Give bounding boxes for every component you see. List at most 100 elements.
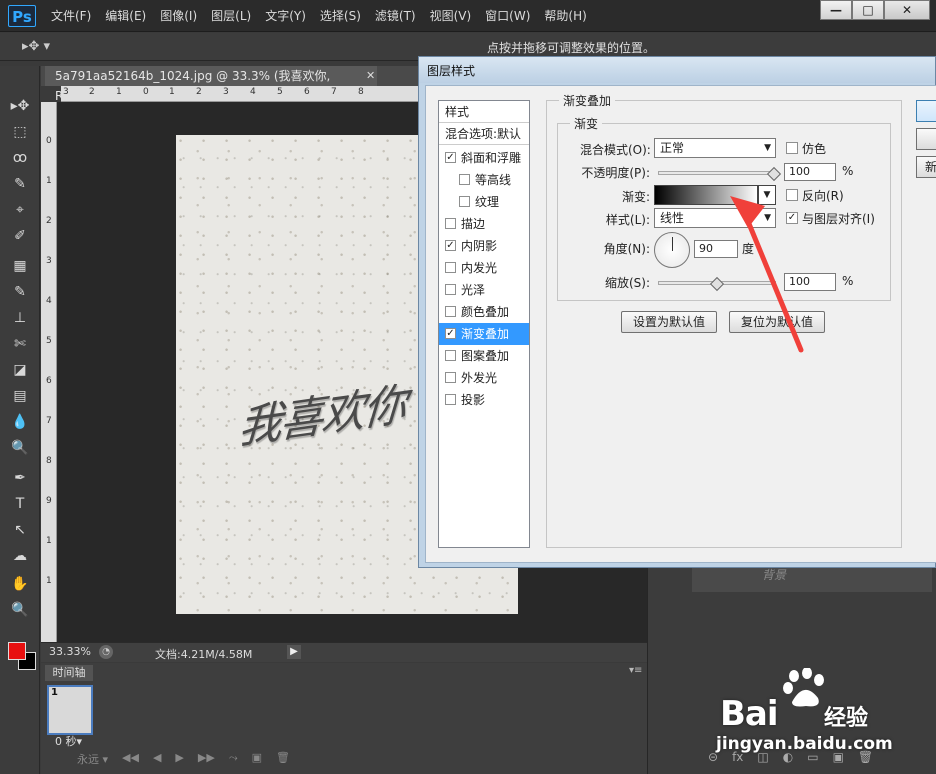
scale-slider-thumb[interactable] <box>709 276 725 292</box>
zoom-level[interactable]: 33.33% <box>49 645 91 658</box>
style-row-inner-glow[interactable]: 内发光 <box>439 257 529 279</box>
style-checkbox[interactable] <box>445 218 456 229</box>
blur-tool-icon[interactable]: 💧 <box>9 412 31 432</box>
opacity-input[interactable]: 100 <box>784 163 836 181</box>
next-frame-icon[interactable]: ▶▶ <box>198 751 215 769</box>
menu-filter[interactable]: 滤镜(T) <box>368 0 423 32</box>
gradient-style-select[interactable]: 线性 ▼ <box>654 208 776 228</box>
eyedropper-tool-icon[interactable]: ✐ <box>9 226 31 246</box>
marquee-tool-icon[interactable]: ⬚ <box>9 122 31 142</box>
duplicate-frame-icon[interactable]: ▣ <box>252 751 262 769</box>
ok-button[interactable] <box>916 100 936 122</box>
move-tool-preset-icon[interactable]: ▸✥ ▾ <box>22 39 50 54</box>
align-with-layer-checkbox[interactable]: ✓ <box>786 212 798 224</box>
reverse-checkbox[interactable] <box>786 189 798 201</box>
opacity-slider-track[interactable] <box>658 171 776 175</box>
menu-layer[interactable]: 图层(L) <box>204 0 258 32</box>
pen-tool-icon[interactable]: ✒ <box>9 468 31 488</box>
style-row-color-overlay[interactable]: 颜色叠加 <box>439 301 529 323</box>
style-row-texture[interactable]: 纹理 <box>439 191 529 213</box>
style-checkbox[interactable]: ✓ <box>445 240 456 251</box>
panel-menu-icon[interactable]: ▾≡ <box>629 665 642 676</box>
style-checkbox[interactable]: ✓ <box>445 328 456 339</box>
maximize-button[interactable]: □ <box>852 0 884 20</box>
style-checkbox[interactable] <box>445 262 456 273</box>
move-tool-icon[interactable]: ▸✥ <box>9 96 31 116</box>
gradient-tool-icon[interactable]: ▤ <box>9 386 31 406</box>
style-checkbox[interactable] <box>445 372 456 383</box>
scale-input[interactable]: 100 <box>784 273 836 291</box>
menu-image[interactable]: 图像(I) <box>153 0 204 32</box>
dodge-tool-icon[interactable]: 🔍 <box>9 438 31 458</box>
style-checkbox[interactable] <box>445 306 456 317</box>
cancel-button[interactable] <box>916 128 936 150</box>
frame-delay[interactable]: 0 秒▾ <box>55 733 82 749</box>
new-style-button[interactable]: 新 <box>916 156 936 178</box>
opacity-slider-thumb[interactable] <box>766 166 782 182</box>
style-row-drop-shadow[interactable]: 投影 <box>439 389 529 411</box>
delete-frame-icon[interactable]: 🗑 <box>276 751 290 769</box>
style-checkbox[interactable]: ✓ <box>445 152 456 163</box>
menu-type[interactable]: 文字(Y) <box>258 0 313 32</box>
style-checkbox[interactable] <box>445 350 456 361</box>
history-brush-tool-icon[interactable]: ✄ <box>9 334 31 354</box>
gradient-dropdown-icon[interactable]: ▼ <box>758 185 776 205</box>
menu-help[interactable]: 帮助(H) <box>537 0 593 32</box>
set-default-button[interactable]: 设置为默认值 <box>621 311 717 333</box>
blend-mode-select[interactable]: 正常 ▼ <box>654 138 776 158</box>
style-row-gradient-overlay[interactable]: ✓ 渐变叠加 <box>439 323 529 345</box>
path-select-tool-icon[interactable]: ↖ <box>9 520 31 540</box>
menu-file[interactable]: 文件(F) <box>44 0 98 32</box>
menu-window[interactable]: 窗口(W) <box>478 0 537 32</box>
lasso-tool-icon[interactable]: ꝏ <box>9 148 31 168</box>
style-checkbox[interactable] <box>459 196 470 207</box>
menu-view[interactable]: 视图(V) <box>423 0 479 32</box>
clone-stamp-tool-icon[interactable]: ⊥ <box>9 308 31 328</box>
style-row-inner-shadow[interactable]: ✓ 内阴影 <box>439 235 529 257</box>
close-tab-icon[interactable]: ✕ <box>366 66 375 86</box>
style-row-pattern-overlay[interactable]: 图案叠加 <box>439 345 529 367</box>
tween-icon[interactable]: ⤳ <box>229 751 238 769</box>
menu-select[interactable]: 选择(S) <box>313 0 368 32</box>
minimize-button[interactable]: — <box>820 0 852 20</box>
style-row-outer-glow[interactable]: 外发光 <box>439 367 529 389</box>
hand-tool-icon[interactable]: ✋ <box>9 574 31 594</box>
status-menu-arrow-icon[interactable]: ▶ <box>287 645 301 659</box>
timeline-tab[interactable]: 时间轴 <box>45 665 93 681</box>
dialog-titlebar[interactable]: 图层样式 <box>419 57 935 83</box>
status-info-icon[interactable]: ◔ <box>99 645 113 659</box>
crop-tool-icon[interactable]: ⌖ <box>9 200 31 220</box>
style-row-stroke[interactable]: 描边 <box>439 213 529 235</box>
brush-tool-icon[interactable]: ✎ <box>9 282 31 302</box>
animation-frame[interactable]: 1 <box>47 685 93 735</box>
style-row-bevel-emboss[interactable]: ✓ 斜面和浮雕 <box>439 147 529 169</box>
blending-options-header[interactable]: 混合选项:默认 <box>439 123 529 145</box>
menu-edit[interactable]: 编辑(E) <box>98 0 153 32</box>
first-frame-icon[interactable]: ◀◀ <box>122 751 139 769</box>
foreground-color-swatch[interactable] <box>8 642 26 660</box>
zoom-tool-icon[interactable]: 🔍 <box>9 600 31 620</box>
style-checkbox[interactable] <box>445 284 456 295</box>
angle-input[interactable]: 90 <box>694 240 738 258</box>
document-tab[interactable]: 5a791aa52164b_1024.jpg @ 33.3% (我喜欢你, RG… <box>45 66 377 103</box>
styles-header[interactable]: 样式 <box>439 101 529 123</box>
angle-dial[interactable] <box>654 232 690 268</box>
close-button[interactable]: ✕ <box>884 0 930 20</box>
gradient-picker[interactable] <box>654 185 758 205</box>
layer-row-background[interactable] <box>692 566 932 592</box>
loop-select[interactable]: 永远 ▾ <box>77 751 108 769</box>
style-checkbox[interactable] <box>459 174 470 185</box>
shape-tool-icon[interactable]: ☁ <box>9 546 31 566</box>
play-icon[interactable]: ▶ <box>175 751 183 769</box>
quick-select-tool-icon[interactable]: ✎ <box>9 174 31 194</box>
style-row-satin[interactable]: 光泽 <box>439 279 529 301</box>
dither-checkbox[interactable] <box>786 142 798 154</box>
type-tool-icon[interactable]: T <box>9 494 31 514</box>
healing-brush-tool-icon[interactable]: ▦ <box>9 256 31 276</box>
prev-frame-icon[interactable]: ◀ <box>153 751 161 769</box>
reset-default-button[interactable]: 复位为默认值 <box>729 311 825 333</box>
style-row-contour[interactable]: 等高线 <box>439 169 529 191</box>
style-checkbox[interactable] <box>445 394 456 405</box>
eraser-tool-icon[interactable]: ◪ <box>9 360 31 380</box>
scale-label: 缩放(S): <box>604 276 650 290</box>
